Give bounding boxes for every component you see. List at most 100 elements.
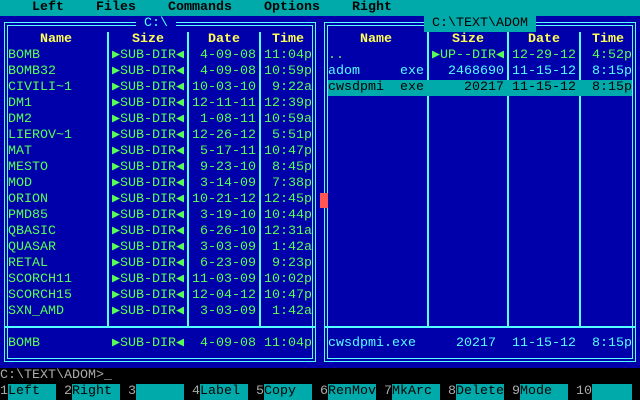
function-key-8[interactable]: 8Delete bbox=[448, 384, 512, 400]
function-key-label: Copy bbox=[264, 384, 312, 400]
file-time: 1:42a bbox=[272, 304, 312, 319]
header-date: Date bbox=[208, 32, 240, 47]
function-key-7[interactable]: 7MkArc bbox=[384, 384, 448, 400]
header-date: Date bbox=[528, 32, 560, 47]
file-row[interactable]: SCORCH15 ▶SUB-DIR◀ 12-04-12 10:47p bbox=[0, 288, 320, 304]
function-key-label: MkArc bbox=[392, 384, 440, 400]
function-key-number: 10 bbox=[576, 384, 592, 400]
file-time: 11:04p bbox=[264, 48, 312, 63]
file-size: ▶SUB-DIR◀ bbox=[112, 224, 185, 239]
file-time: 10:59p bbox=[264, 64, 312, 79]
file-date: 11-15-12 bbox=[512, 80, 576, 95]
file-size: ▶SUB-DIR◀ bbox=[112, 288, 185, 303]
function-key-label bbox=[136, 384, 184, 400]
file-row[interactable]: BOMB32 ▶SUB-DIR◀ 4-09-08 10:59p bbox=[0, 64, 320, 80]
file-size: ▶SUB-DIR◀ bbox=[112, 128, 185, 143]
function-key-number: 3 bbox=[128, 384, 136, 400]
header-size: Size bbox=[452, 32, 484, 47]
info-date: 4-09-08 bbox=[200, 336, 256, 351]
panel-separator bbox=[4, 326, 316, 328]
file-row[interactable]: LIEROV~1 ▶SUB-DIR◀ 12-26-12 5:51p bbox=[0, 128, 320, 144]
file-date: 5-17-11 bbox=[200, 144, 256, 159]
function-key-1[interactable]: 1Left bbox=[0, 384, 64, 400]
header-time: Time bbox=[592, 32, 624, 47]
left-panel-path: C:\ bbox=[136, 16, 176, 32]
file-time: 12:39p bbox=[264, 96, 312, 111]
command-line[interactable]: C:\TEXT\ADOM>_ bbox=[0, 368, 112, 384]
header-size: Size bbox=[132, 32, 164, 47]
file-name: DM2 bbox=[8, 112, 32, 127]
file-size: ▶SUB-DIR◀ bbox=[112, 64, 185, 79]
file-name: LIEROV~1 bbox=[8, 128, 72, 143]
file-row[interactable]: DM1 ▶SUB-DIR◀ 12-11-11 12:39p bbox=[0, 96, 320, 112]
file-row[interactable]: QUASAR ▶SUB-DIR◀ 3-03-09 1:42a bbox=[0, 240, 320, 256]
file-row[interactable]: cwsdpmi exe 20217 11-15-12 8:15p bbox=[328, 80, 632, 96]
file-name: QUASAR bbox=[8, 240, 56, 255]
function-key-4[interactable]: 4Label bbox=[192, 384, 256, 400]
file-size: ▶SUB-DIR◀ bbox=[112, 208, 185, 223]
function-key-number: 9 bbox=[512, 384, 520, 400]
function-key-2[interactable]: 2Right bbox=[64, 384, 128, 400]
mouse-cursor bbox=[320, 193, 328, 208]
file-size: ▶SUB-DIR◀ bbox=[112, 304, 185, 319]
file-row[interactable]: adom exe 2468690 11-15-12 8:15p bbox=[320, 64, 640, 80]
header-time: Time bbox=[272, 32, 304, 47]
panel-separator bbox=[324, 326, 636, 328]
file-date: 11-03-09 bbox=[192, 272, 256, 287]
file-time: 12:45p bbox=[264, 192, 312, 207]
function-key-number: 6 bbox=[320, 384, 328, 400]
function-key-9[interactable]: 9Mode bbox=[512, 384, 576, 400]
file-row[interactable]: .. ▶UP--DIR◀ 12-29-12 4:52p bbox=[320, 48, 640, 64]
file-row[interactable]: QBASIC ▶SUB-DIR◀ 6-26-10 12:31a bbox=[0, 224, 320, 240]
menu-options[interactable]: Options bbox=[264, 0, 320, 16]
file-row[interactable]: BOMB ▶SUB-DIR◀ 4-09-08 11:04p bbox=[0, 48, 320, 64]
file-name: ORION bbox=[8, 192, 48, 207]
file-time: 9:22a bbox=[272, 80, 312, 95]
info-line: BOMB ▶SUB-DIR◀ 4-09-08 11:04p bbox=[0, 336, 320, 352]
file-time: 10:47p bbox=[264, 288, 312, 303]
file-time: 5:51p bbox=[272, 128, 312, 143]
function-key-6[interactable]: 6RenMov bbox=[320, 384, 384, 400]
file-row[interactable]: SCORCH11 ▶SUB-DIR◀ 11-03-09 10:02p bbox=[0, 272, 320, 288]
file-size: ▶SUB-DIR◀ bbox=[112, 112, 185, 127]
file-row[interactable]: MAT ▶SUB-DIR◀ 5-17-11 10:47p bbox=[0, 144, 320, 160]
left-panel[interactable]: C:\ Name Size Date Time BOMB ▶SUB-DIR◀ 4-0… bbox=[0, 16, 320, 368]
menu-left[interactable]: Left bbox=[32, 0, 64, 16]
function-key-label: Mode bbox=[520, 384, 568, 400]
file-name: DM1 bbox=[8, 96, 32, 111]
right-panel[interactable]: C:\TEXT\ADOM Name Size Date Time .. ▶UP--… bbox=[320, 16, 640, 368]
function-key-10[interactable]: 10 bbox=[576, 384, 640, 400]
file-name: QBASIC bbox=[8, 224, 56, 239]
file-row[interactable]: CIVILI~1 ▶SUB-DIR◀ 10-03-10 9:22a bbox=[0, 80, 320, 96]
file-size: ▶SUB-DIR◀ bbox=[112, 192, 185, 207]
file-row[interactable]: MESTO ▶SUB-DIR◀ 9-23-10 8:45p bbox=[0, 160, 320, 176]
function-key-label: Right bbox=[72, 384, 120, 400]
file-size: ▶SUB-DIR◀ bbox=[112, 160, 185, 175]
menu-files[interactable]: Files bbox=[96, 0, 136, 16]
file-row[interactable]: RETAL ▶SUB-DIR◀ 6-23-09 9:23p bbox=[0, 256, 320, 272]
menu-right[interactable]: Right bbox=[352, 0, 392, 16]
file-row[interactable]: MOD ▶SUB-DIR◀ 3-14-09 7:38p bbox=[0, 176, 320, 192]
file-name: SXN_AMD bbox=[8, 304, 64, 319]
function-key-5[interactable]: 5Copy bbox=[256, 384, 320, 400]
file-date: 3-19-10 bbox=[200, 208, 256, 223]
function-key-number: 4 bbox=[192, 384, 200, 400]
file-size: ▶SUB-DIR◀ bbox=[112, 48, 185, 63]
file-row[interactable]: ORION ▶SUB-DIR◀ 10-21-12 12:45p bbox=[0, 192, 320, 208]
file-date: 10-21-12 bbox=[192, 192, 256, 207]
info-time: 8:15p bbox=[592, 336, 632, 351]
file-date: 6-23-09 bbox=[200, 256, 256, 271]
header-name: Name bbox=[360, 32, 392, 47]
header-name: Name bbox=[40, 32, 72, 47]
file-row[interactable]: PMD85 ▶SUB-DIR◀ 3-19-10 10:44p bbox=[0, 208, 320, 224]
file-date: 6-26-10 bbox=[200, 224, 256, 239]
file-size: ▶SUB-DIR◀ bbox=[112, 176, 185, 191]
function-key-label: Left bbox=[8, 384, 56, 400]
menu-commands[interactable]: Commands bbox=[168, 0, 232, 16]
function-key-label: Label bbox=[200, 384, 248, 400]
file-row[interactable]: DM2 ▶SUB-DIR◀ 1-08-11 10:59a bbox=[0, 112, 320, 128]
file-row[interactable]: SXN_AMD ▶SUB-DIR◀ 3-03-09 1:42a bbox=[0, 304, 320, 320]
file-time: 10:44p bbox=[264, 208, 312, 223]
file-date: 10-03-10 bbox=[192, 80, 256, 95]
function-key-3[interactable]: 3 bbox=[128, 384, 192, 400]
